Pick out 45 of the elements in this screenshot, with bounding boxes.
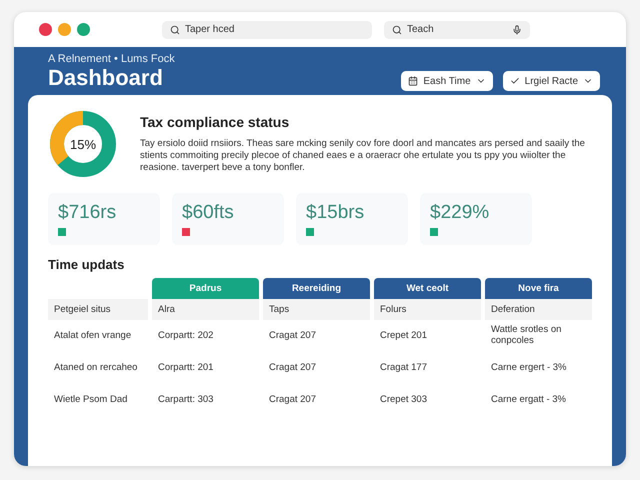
search-field[interactable]: Taper hced <box>162 20 372 38</box>
table-cell-text: Carpartt: 303 <box>157 392 214 407</box>
table-cell-text: Carne ergert - 3% <box>490 360 568 375</box>
table-cell-text: Corpartt: 201 <box>157 360 214 375</box>
calendar-icon <box>408 76 418 86</box>
table-cell-text: Crepet 201 <box>379 328 428 343</box>
table-cell-text: Cragat 207 <box>268 360 318 375</box>
progress-ring <box>48 109 118 179</box>
status-title: Tax compliance status <box>140 114 290 130</box>
window-control-icon[interactable] <box>39 23 52 36</box>
header-subtitle: A Relnement • Lums Fock <box>48 53 175 65</box>
table-cell-text: Cragat 207 <box>268 392 318 407</box>
table-cell-text: Crepet 303 <box>379 392 428 407</box>
table-subheader-cell: Deferation <box>485 299 592 320</box>
table-subheader-cell: Alra <box>152 299 259 320</box>
table-cell-text: Ataned on rercaheo <box>53 360 138 375</box>
dropdown-button[interactable]: Lrgiel Racte <box>502 71 600 91</box>
column-tab[interactable]: Wet ceolt <box>374 278 481 299</box>
search-icon <box>392 24 402 34</box>
checkmark-icon <box>510 76 520 86</box>
stat-value: $229% <box>430 202 490 224</box>
stat-value: $60fts <box>182 202 235 224</box>
dropdown-button[interactable]: Eash Time <box>401 71 493 91</box>
table-cell-text: Carne ergatt - 3% <box>490 392 567 407</box>
table-cell-text: Corpartt: 202 <box>157 328 214 343</box>
table-subheader-cell: Petgeiel situs <box>48 299 148 320</box>
column-tab[interactable]: Nove fira <box>485 278 592 299</box>
table-cell-text: Atalat ofen vrange <box>53 328 132 343</box>
search-field[interactable]: Teach <box>384 20 530 38</box>
column-tab[interactable]: Reereiding <box>263 278 370 299</box>
table-cell-text: Cragat 207 <box>268 328 318 343</box>
microphone-icon[interactable] <box>512 24 522 34</box>
stat-value: $15brs <box>306 202 366 224</box>
table-cell-text: Wattle srotles on conpcoles <box>490 323 562 348</box>
page-title: Dashboard <box>48 65 164 91</box>
stat-value: $716rs <box>58 202 118 224</box>
table-subheader-cell: Taps <box>263 299 370 320</box>
table-cell-text: Wietle Psom Dad <box>53 392 128 407</box>
table-title: Time updats <box>48 257 126 272</box>
percent-reading: 15% <box>68 137 98 152</box>
window-control-icon[interactable] <box>77 23 90 36</box>
table-cell-text: Cragat 177 <box>379 360 428 375</box>
status-description: Tay ersiolo doiid rnsiiors. Theas sare mcking senily cov fore doorl and mancates ars persed and saaily the stients commoiting precily plecoe of chaned eaes e a oraeracr ohe ertulate you ts ppy you wiiolter the reasione. taverpert beve a tony bonfler. <box>140 138 586 174</box>
table-subheader-cell: Folurs <box>374 299 481 320</box>
search-icon <box>170 24 180 34</box>
